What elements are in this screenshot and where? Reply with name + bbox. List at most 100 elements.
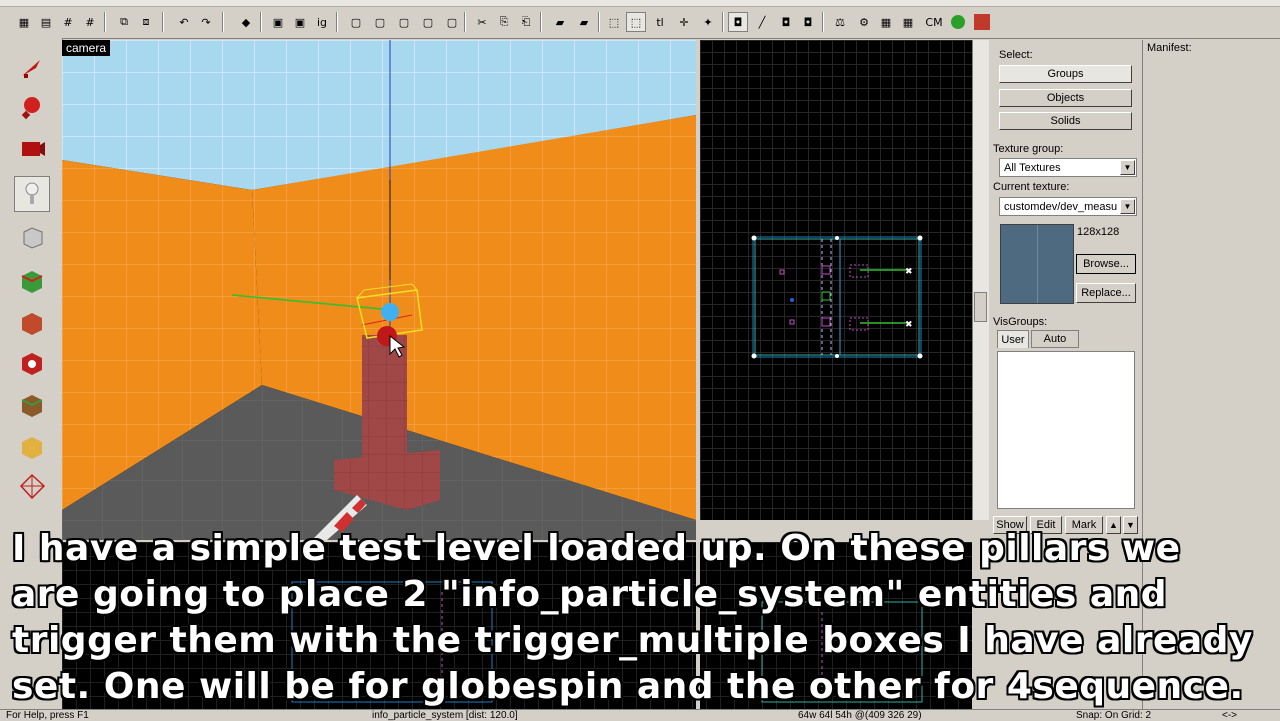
top-view-geometry: ✖ ✖	[751, 235, 923, 359]
visgroup-icon[interactable]: ▢	[442, 12, 462, 32]
3d-scene	[62, 40, 696, 540]
tab-auto[interactable]: Auto	[1031, 330, 1079, 348]
viewport-scrollbar[interactable]	[972, 40, 989, 520]
arrows-status: <->	[1222, 710, 1238, 721]
grid-3d-icon[interactable]: ▤	[36, 12, 56, 32]
particle-entity-sprite[interactable]	[381, 303, 399, 321]
overlay-tool-icon[interactable]	[14, 468, 50, 504]
no-draw-icon[interactable]	[972, 12, 992, 32]
visgroups-list[interactable]	[997, 351, 1135, 509]
grid-toggle-icon[interactable]: ▦	[14, 12, 34, 32]
path-tool-icon[interactable]	[14, 428, 50, 464]
undo-icon[interactable]: ↶	[174, 12, 194, 32]
objects-button[interactable]: Objects	[999, 89, 1132, 107]
clipping-tool-icon[interactable]	[14, 344, 50, 380]
texture-preview	[1000, 224, 1074, 304]
svg-text:✖: ✖	[905, 320, 913, 330]
grid-smaller-icon[interactable]: #	[58, 12, 78, 32]
copy-icon[interactable]: ⎘	[494, 12, 514, 32]
flip-icon[interactable]: ✦	[698, 12, 718, 32]
texture-group-select[interactable]: All Textures ▼	[999, 158, 1137, 177]
caption-line: I have a simple test level loaded up. On…	[12, 528, 1181, 569]
toolbar-separator	[336, 12, 338, 32]
texture-application-icon[interactable]	[14, 262, 50, 298]
room-outline	[752, 236, 922, 358]
align-icon[interactable]: ✛	[674, 12, 694, 32]
map-check-icon[interactable]: ◘	[798, 12, 818, 32]
selection-status: info_particle_system [dist: 120.0]	[372, 710, 518, 721]
hide-objects-icon[interactable]: ▢	[346, 12, 366, 32]
apply-decal-icon[interactable]	[14, 304, 50, 340]
cordon-icon[interactable]: ◘	[728, 12, 748, 32]
current-texture-label: Current texture:	[993, 181, 1070, 193]
magnify-tool-icon[interactable]	[14, 90, 50, 126]
video-caption: I have a simple test level loaded up. On…	[12, 526, 1272, 710]
cut-icon[interactable]: ✂	[472, 12, 492, 32]
toolbar-separator	[464, 12, 466, 32]
visgroups-label: VisGroups:	[993, 316, 1048, 328]
camera-viewport[interactable]: camera	[62, 40, 696, 540]
entity-tool-icon[interactable]	[14, 176, 50, 212]
model-browser-icon[interactable]: ▦	[898, 12, 918, 32]
toolbar-separator	[540, 12, 542, 32]
toggle-tool-icon[interactable]: ▰	[574, 12, 594, 32]
toolbar-separator	[162, 12, 164, 32]
texture-browser-icon[interactable]: ▦	[876, 12, 896, 32]
texture-size-label: 128x128	[1077, 226, 1120, 238]
select-label: Select:	[999, 49, 1033, 61]
run-map-icon[interactable]	[948, 12, 968, 32]
toolbar-separator	[260, 12, 262, 32]
select-box-icon[interactable]: ⬚	[604, 12, 624, 32]
tab-user[interactable]: User	[997, 330, 1029, 348]
camera-label: camera	[62, 40, 111, 56]
browse-button[interactable]: Browse...	[1076, 254, 1136, 274]
caption-line: set. One will be for globespin and the o…	[12, 666, 1244, 707]
texture-lock-icon[interactable]: ▣	[268, 12, 288, 32]
vertex-icon[interactable]: ╱	[752, 12, 772, 32]
toolbar-separator	[722, 12, 724, 32]
solids-button[interactable]: Solids	[999, 112, 1132, 130]
paste-icon[interactable]: ⎗	[516, 12, 536, 32]
svg-text:✖: ✖	[905, 267, 913, 277]
help-text: For Help, press F1	[6, 710, 89, 721]
ignore-groups-icon[interactable]: ig	[312, 12, 332, 32]
groups-button[interactable]: Groups	[999, 65, 1132, 83]
entity-report-icon[interactable]: ◘	[776, 12, 796, 32]
toggle-tool-icon[interactable]: ▰	[550, 12, 570, 32]
texture-group-label: Texture group:	[993, 143, 1064, 155]
chevron-down-icon: ▼	[1120, 199, 1135, 214]
vertex-tool-icon[interactable]	[14, 386, 50, 422]
toolbar-separator	[104, 12, 106, 32]
radius-culling-icon[interactable]: ⚖	[830, 12, 850, 32]
toolbar-separator	[822, 12, 824, 32]
main-toolbar: ▦ ▤ # # ⧉ ⧈ ↶ ↷ ◆ ▣ ▣ ig ▢ ▢ ▢ ▢ ▢ ✂ ⎘ ⎗…	[0, 0, 1280, 39]
group-icon[interactable]: ⧉	[114, 12, 134, 32]
hide-selected-icon[interactable]: ▢	[394, 12, 414, 32]
chevron-down-icon: ▼	[1120, 160, 1135, 175]
ungroup-icon[interactable]: ⧈	[136, 12, 156, 32]
status-bar: For Help, press F1 info_particle_system …	[0, 709, 1280, 721]
compile-icon[interactable]: ⚙	[854, 12, 874, 32]
toolbar-separator	[598, 12, 600, 32]
carve-icon[interactable]: ◆	[236, 12, 256, 32]
menu-bar	[0, 0, 1280, 7]
scrollbar-thumb[interactable]	[974, 292, 987, 322]
replace-button[interactable]: Replace...	[1076, 283, 1136, 303]
texture-scale-icon[interactable]: ▣	[290, 12, 310, 32]
manifest-title: Manifest:	[1147, 42, 1192, 54]
cubemap-button[interactable]: CM	[922, 12, 946, 32]
current-texture-select[interactable]: customdev/dev_measu ▼	[999, 197, 1137, 216]
grid-larger-icon[interactable]: #	[80, 12, 100, 32]
selection-tool-icon[interactable]	[14, 50, 50, 86]
dimensions-status: 64w 64l 54h @(409 326 29)	[798, 710, 922, 721]
show-objects-icon[interactable]: ▢	[370, 12, 390, 32]
top-view-viewport[interactable]: ✖ ✖	[700, 40, 972, 520]
camera-tool-icon[interactable]	[14, 130, 50, 166]
selection-handles-icon[interactable]: ⬚	[626, 12, 646, 32]
redo-icon[interactable]: ↷	[196, 12, 216, 32]
text-tool-icon[interactable]: tl	[650, 12, 670, 32]
caption-line: trigger them with the trigger_multiple b…	[12, 620, 1253, 661]
show-all-icon[interactable]: ▢	[418, 12, 438, 32]
block-tool-icon[interactable]	[14, 218, 50, 254]
snap-status: Snap: On Grid: 2	[1076, 710, 1152, 721]
